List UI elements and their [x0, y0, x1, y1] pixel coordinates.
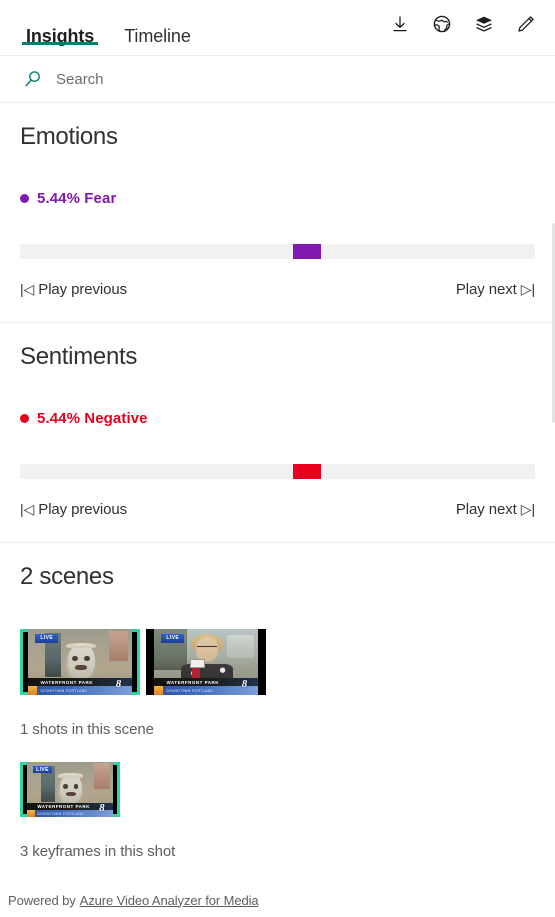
reporter-glasses — [196, 645, 218, 650]
live-badge: LIVE — [33, 766, 52, 774]
tab-list: Insights Timeline — [0, 0, 217, 55]
scene-thumbnail-2-image: LIVE WATERFRONT PARK DOWNTOWN PORTLAND 8 — [154, 629, 258, 696]
sentiments-section: Sentiments 5.44% Negative |◁ Play previo… — [0, 323, 555, 543]
shot-thumbnail-1[interactable]: LIVE WATERFRONT PARK DOWNTOWN PORTLAND 8 — [20, 762, 120, 818]
header-bar: Insights Timeline — [0, 0, 555, 56]
emotions-play-next-label: Play next — [455, 280, 517, 298]
mouth — [75, 665, 87, 670]
emotions-play-previous-button[interactable]: |◁ Play previous — [20, 281, 127, 298]
sentiment-color-dot — [20, 413, 29, 423]
edit-icon[interactable] — [515, 13, 537, 35]
download-icon[interactable] — [389, 13, 411, 35]
scene-thumbnail-1-image: LIVE WATERFRONT PARK DOWNTOWN PORTLAND 8 — [28, 629, 132, 696]
headband — [65, 642, 97, 649]
emotions-legend: 5.44% Fear — [20, 160, 535, 211]
live-badge: LIVE — [161, 634, 185, 643]
sentiments-legend: 5.44% Negative — [20, 380, 535, 431]
play-next-icon: ▷| — [520, 280, 535, 297]
emotions-track-wrap — [20, 211, 535, 259]
sentiments-play-previous-button[interactable]: |◁ Play previous — [20, 501, 127, 518]
footer-bar: Powered by Azure Video Analyzer for Medi… — [0, 883, 555, 917]
face-shape — [65, 642, 97, 679]
layers-icon[interactable] — [473, 13, 495, 35]
play-previous-icon: |◁ — [20, 280, 35, 297]
keyframes-count-label: 3 keyframes in this shot — [20, 843, 176, 861]
shot-thumbnail-list: LIVE WATERFRONT PARK DOWNTOWN PORTLAND 8 — [20, 738, 535, 818]
sentiments-timeline-track[interactable] — [20, 463, 535, 479]
tab-insights[interactable]: Insights — [22, 0, 99, 55]
scene-thumbnail-list: LIVE WATERFRONT PARK DOWNTOWN PORTLAND 8 — [20, 599, 535, 696]
eye-left — [71, 655, 78, 662]
insights-panel: Insights Timeline Search Emotions 5.44% … — [0, 0, 555, 917]
scene-thumbnail-1[interactable]: LIVE WATERFRONT PARK DOWNTOWN PORTLAND 8 — [20, 629, 140, 696]
emotions-play-next-button[interactable]: Play next ▷| — [456, 281, 535, 298]
header-actions — [389, 0, 555, 48]
channel-logo: 8 — [99, 801, 105, 814]
emotions-timeline-track[interactable] — [20, 243, 535, 259]
search-input[interactable] — [56, 70, 555, 88]
globe-icon[interactable] — [431, 13, 453, 35]
emotion-legend-label: 5.44% Fear — [37, 189, 117, 207]
sentiments-play-nav: |◁ Play previous Play next ▷| — [20, 479, 535, 542]
headband — [58, 773, 84, 778]
insights-scroll-area[interactable]: Emotions 5.44% Fear |◁ Play previous Pla… — [0, 103, 555, 883]
emotion-marker[interactable] — [292, 243, 321, 259]
sentiments-play-next-label: Play next — [455, 500, 517, 518]
scenes-section: 2 scenes LIVE WATERFRONT PARK DOWNTOWN P… — [0, 543, 555, 883]
channel-logo: 8 — [241, 677, 248, 690]
eye-right — [73, 784, 79, 789]
live-badge: LIVE — [35, 634, 59, 643]
shots-count-label: 1 shots in this scene — [20, 721, 154, 739]
sentiments-title: Sentiments — [20, 342, 138, 370]
emotion-color-dot — [20, 193, 29, 203]
scene-thumbnail-2[interactable]: LIVE WATERFRONT PARK DOWNTOWN PORTLAND 8 — [146, 629, 266, 696]
emotions-play-nav: |◁ Play previous Play next ▷| — [20, 259, 535, 322]
sentiments-play-next-button[interactable]: Play next ▷| — [456, 501, 535, 518]
sentiment-legend-label: 5.44% Negative — [37, 409, 148, 427]
search-icon[interactable] — [22, 68, 44, 90]
scenes-title: 2 scenes — [20, 562, 114, 590]
channel-logo: 8 — [115, 677, 122, 690]
sentiment-marker[interactable] — [292, 463, 321, 479]
emotions-play-previous-label: Play previous — [38, 280, 128, 298]
sentiments-track-wrap — [20, 431, 535, 479]
eye-left — [63, 784, 69, 789]
search-bar — [0, 56, 555, 103]
tab-timeline[interactable]: Timeline — [120, 0, 195, 55]
play-previous-icon: |◁ — [20, 500, 35, 517]
face-shape — [58, 773, 84, 804]
emotions-section: Emotions 5.44% Fear |◁ Play previous Pla… — [0, 103, 555, 323]
emotions-title: Emotions — [20, 123, 118, 150]
play-next-icon: ▷| — [520, 500, 535, 517]
sentiments-play-previous-label: Play previous — [38, 500, 128, 518]
eye-right — [84, 655, 91, 662]
powered-by-label: Powered by — [8, 892, 76, 908]
mouth — [65, 792, 76, 797]
azure-video-analyzer-link[interactable]: Azure Video Analyzer for Media — [80, 893, 259, 908]
shot-thumbnail-1-image: LIVE WATERFRONT PARK DOWNTOWN PORTLAND 8 — [27, 762, 113, 818]
